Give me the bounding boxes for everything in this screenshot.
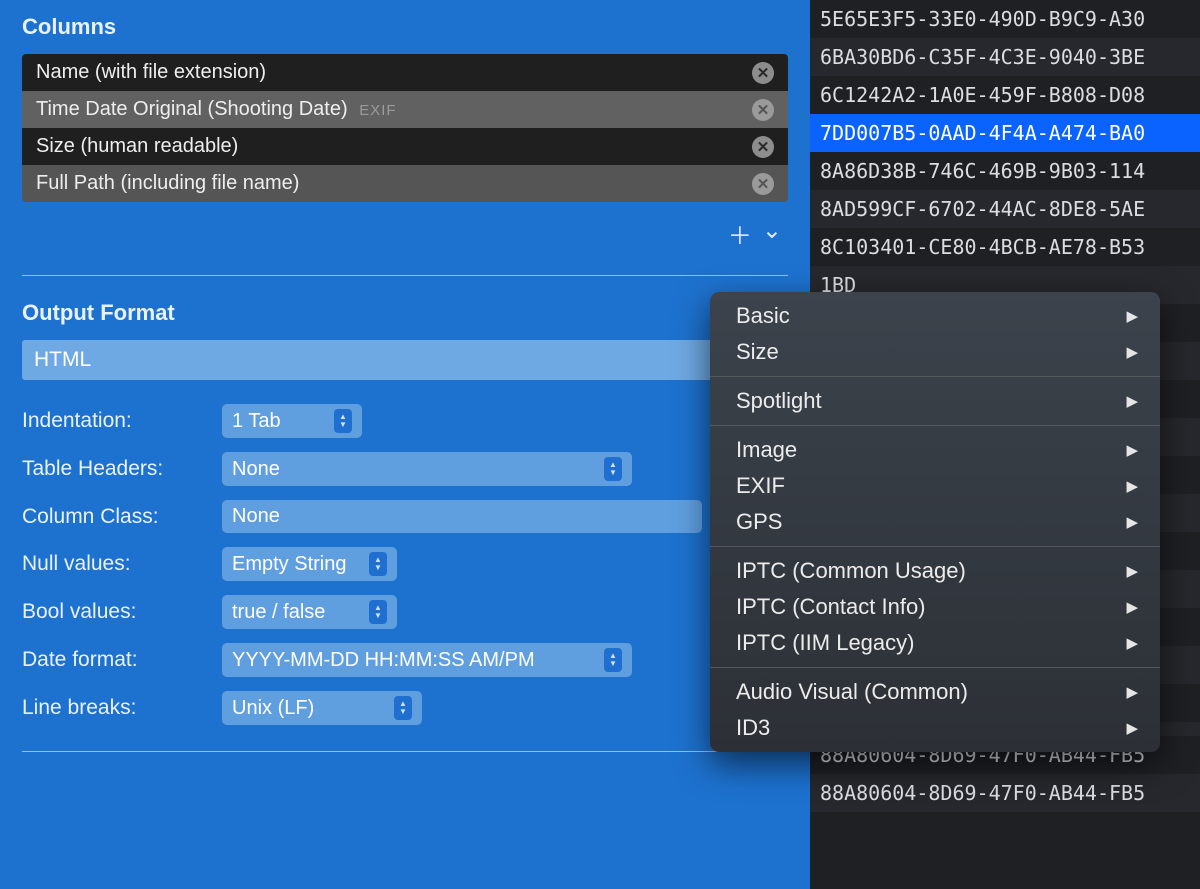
remove-column-icon[interactable]: ✕ [752, 173, 774, 195]
menu-item[interactable]: IPTC (Contact Info) ▶ [710, 589, 1160, 625]
date-format-label: Date format: [22, 648, 222, 672]
column-category-menu: Basic▶Size▶Spotlight▶Image▶EXIF▶GPS▶IPTC… [710, 292, 1160, 752]
column-class-select[interactable]: None [222, 500, 702, 533]
column-label: Size (human readable) [36, 135, 238, 158]
menu-item[interactable]: EXIF ▶ [710, 468, 1160, 504]
output-format-value: HTML [34, 348, 91, 371]
file-list-row[interactable]: 8A86D38B-746C-469B-9B03-114 [810, 152, 1200, 190]
file-list-row[interactable]: 7DD007B5-0AAD-4F4A-A474-BA0 [810, 114, 1200, 152]
null-values-select[interactable]: Empty String ▲▼ [222, 547, 397, 581]
add-column-icon[interactable]: ＋ [728, 216, 752, 251]
menu-item-label: Spotlight [736, 388, 822, 414]
menu-item[interactable]: IPTC (Common Usage) ▶ [710, 553, 1160, 589]
table-headers-select[interactable]: None ▲▼ [222, 452, 632, 486]
submenu-arrow-icon: ▶ [1126, 477, 1138, 495]
indentation-select[interactable]: 1 Tab ▲▼ [222, 404, 362, 438]
stepper-icon: ▲▼ [369, 552, 387, 576]
output-format-title: Output Format [22, 300, 788, 326]
file-list-row[interactable]: 5E65E3F5-33E0-490D-B9C9-A30 [810, 0, 1200, 38]
submenu-arrow-icon: ▶ [1126, 513, 1138, 531]
menu-item[interactable]: Basic ▶ [710, 298, 1160, 334]
column-label: Time Date Original (Shooting Date) EXIF [36, 98, 397, 121]
menu-item-label: ID3 [736, 715, 770, 741]
submenu-arrow-icon: ▶ [1126, 719, 1138, 737]
menu-item-label: Audio Visual (Common) [736, 679, 968, 705]
settings-pane: Columns Name (with file extension) ✕ Tim… [0, 0, 810, 889]
menu-item[interactable]: IPTC (IIM Legacy) ▶ [710, 625, 1160, 661]
menu-item-label: Image [736, 437, 797, 463]
column-class-label: Column Class: [22, 505, 222, 529]
file-list-row[interactable]: 6BA30BD6-C35F-4C3E-9040-3BE [810, 38, 1200, 76]
bool-values-select[interactable]: true / false ▲▼ [222, 595, 397, 629]
menu-item-label: Size [736, 339, 779, 365]
menu-item[interactable]: Spotlight ▶ [710, 383, 1160, 419]
menu-item-label: EXIF [736, 473, 785, 499]
divider [22, 275, 788, 276]
remove-column-icon[interactable]: ✕ [752, 136, 774, 158]
menu-item[interactable]: Audio Visual (Common) ▶ [710, 674, 1160, 710]
exif-tag: EXIF [359, 102, 396, 119]
submenu-arrow-icon: ▶ [1126, 634, 1138, 652]
stepper-icon: ▲▼ [394, 696, 412, 720]
menu-item-label: GPS [736, 509, 782, 535]
line-breaks-select[interactable]: Unix (LF) ▲▼ [222, 691, 422, 725]
file-list-row[interactable]: 8AD599CF-6702-44AC-8DE8-5AE [810, 190, 1200, 228]
menu-item[interactable]: Size ▶ [710, 334, 1160, 370]
stepper-icon: ▲▼ [604, 648, 622, 672]
columns-title: Columns [22, 14, 788, 40]
column-label: Name (with file extension) [36, 61, 266, 84]
add-column-controls: ＋ ⌄ [22, 202, 788, 257]
column-label: Full Path (including file name) [36, 172, 299, 195]
output-format-select[interactable]: HTML [22, 340, 788, 380]
menu-item[interactable]: Image ▶ [710, 432, 1160, 468]
stepper-icon: ▲▼ [334, 409, 352, 433]
column-row[interactable]: Full Path (including file name) ✕ [22, 165, 788, 202]
submenu-arrow-icon: ▶ [1126, 598, 1138, 616]
menu-item-label: IPTC (IIM Legacy) [736, 630, 914, 656]
stepper-icon: ▲▼ [604, 457, 622, 481]
line-breaks-label: Line breaks: [22, 696, 222, 720]
remove-column-icon[interactable]: ✕ [752, 62, 774, 84]
menu-item-label: IPTC (Common Usage) [736, 558, 966, 584]
menu-item-label: Basic [736, 303, 790, 329]
bool-values-label: Bool values: [22, 600, 222, 624]
menu-item[interactable]: GPS ▶ [710, 504, 1160, 540]
file-list-row[interactable]: 6C1242A2-1A0E-459F-B808-D08 [810, 76, 1200, 114]
file-list-row[interactable]: 88A80604-8D69-47F0-AB44-FB5 [810, 774, 1200, 812]
menu-separator [710, 376, 1160, 377]
table-headers-label: Table Headers: [22, 457, 222, 481]
date-format-select[interactable]: YYYY-MM-DD HH:MM:SS AM/PM ▲▼ [222, 643, 632, 677]
column-row[interactable]: Size (human readable) ✕ [22, 128, 788, 165]
menu-separator [710, 425, 1160, 426]
submenu-arrow-icon: ▶ [1126, 343, 1138, 361]
indentation-label: Indentation: [22, 409, 222, 433]
stepper-icon: ▲▼ [369, 600, 387, 624]
menu-item[interactable]: ID3 ▶ [710, 710, 1160, 746]
column-row[interactable]: Time Date Original (Shooting Date) EXIF … [22, 91, 788, 128]
columns-list: Name (with file extension) ✕ Time Date O… [22, 54, 788, 202]
submenu-arrow-icon: ▶ [1126, 392, 1138, 410]
submenu-arrow-icon: ▶ [1126, 683, 1138, 701]
column-row[interactable]: Name (with file extension) ✕ [22, 54, 788, 91]
null-values-label: Null values: [22, 552, 222, 576]
menu-separator [710, 667, 1160, 668]
remove-column-icon[interactable]: ✕ [752, 99, 774, 121]
submenu-arrow-icon: ▶ [1126, 441, 1138, 459]
add-column-dropdown-icon[interactable]: ⌄ [762, 216, 782, 251]
submenu-arrow-icon: ▶ [1126, 562, 1138, 580]
submenu-arrow-icon: ▶ [1126, 307, 1138, 325]
menu-separator [710, 546, 1160, 547]
divider [22, 751, 788, 752]
file-list-row[interactable]: 8C103401-CE80-4BCB-AE78-B53 [810, 228, 1200, 266]
menu-item-label: IPTC (Contact Info) [736, 594, 926, 620]
